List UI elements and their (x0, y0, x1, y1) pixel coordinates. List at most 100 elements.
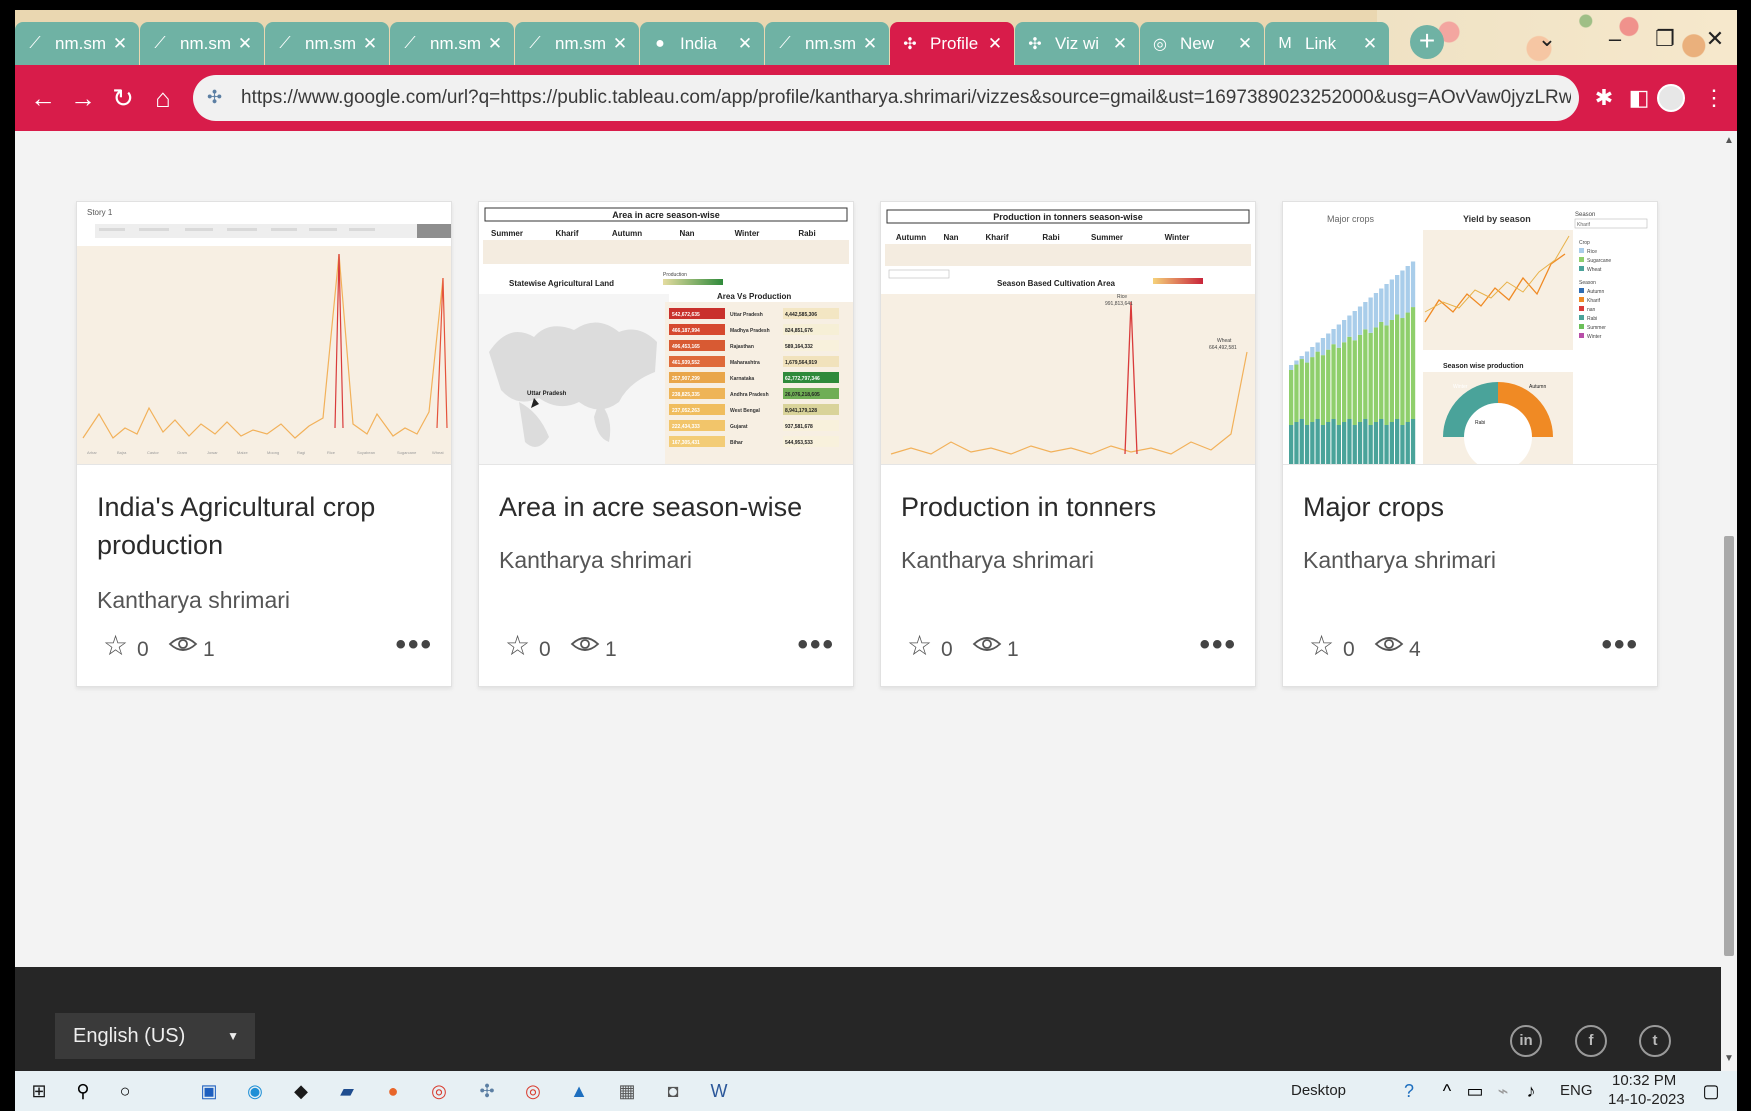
forward-icon[interactable]: → (65, 80, 101, 116)
chrome-icon[interactable]: ◎ (425, 1077, 453, 1105)
edge-icon[interactable]: ◉ (241, 1077, 269, 1105)
profile-avatar[interactable] (1657, 84, 1685, 112)
language-select[interactable]: English (US) ▼ (55, 1013, 255, 1059)
viz-thumbnail[interactable]: Production in tonners season-wise Autumn… (881, 202, 1255, 465)
bar-segment (1320, 425, 1326, 464)
windows-start-icon[interactable]: ⊞ (25, 1077, 53, 1105)
browser-tab[interactable]: ⟋ nm.sm ✕ (265, 22, 389, 65)
close-tab-icon[interactable]: ✕ (736, 34, 754, 54)
close-tab-icon[interactable]: ✕ (111, 34, 129, 54)
more-options-icon[interactable]: ••• (797, 628, 835, 662)
close-tab-icon[interactable]: ✕ (361, 34, 379, 54)
viz-title[interactable]: Area in acre season-wise (499, 488, 829, 526)
scroll-down-icon[interactable]: ▼ (1723, 1053, 1735, 1064)
more-options-icon[interactable]: ••• (1601, 628, 1639, 662)
legend-heading: Crop (1579, 240, 1590, 246)
store-icon[interactable]: ▣ (195, 1077, 223, 1105)
close-tab-icon[interactable]: ✕ (236, 34, 254, 54)
close-tab-icon[interactable]: ✕ (1361, 34, 1379, 54)
tab-search-icon[interactable]: ⌄ (1527, 24, 1567, 54)
bar-segment (1357, 306, 1363, 335)
viz-card[interactable]: Story 1 Arhar Bajra Castor Gram Jowar Maize … (76, 201, 452, 687)
author-name[interactable]: Kantharya shrimari (499, 547, 692, 574)
close-tab-icon[interactable]: ✕ (1111, 34, 1129, 54)
home-icon[interactable]: ⌂ (145, 80, 181, 116)
more-options-icon[interactable]: ••• (1199, 628, 1237, 662)
cortana-icon[interactable]: ○ (111, 1077, 139, 1105)
close-tab-icon[interactable]: ✕ (1236, 34, 1254, 54)
camera-icon[interactable]: ◘ (659, 1077, 687, 1105)
help-icon[interactable]: ? (1395, 1077, 1423, 1105)
reload-icon[interactable]: ↻ (105, 80, 141, 116)
bar-segment (1299, 359, 1304, 419)
viz-title[interactable]: India's Agricultural crop production (97, 488, 427, 564)
page-scrollbar[interactable]: ▲ ▼ (1721, 131, 1737, 1064)
viz-card[interactable]: Production in tonners season-wise Autumn… (880, 201, 1256, 687)
network-icon[interactable]: ⌁ (1489, 1077, 1517, 1105)
author-name[interactable]: Kantharya shrimari (97, 587, 290, 614)
app-icon[interactable]: ▰ (333, 1077, 361, 1105)
star-icon[interactable]: ☆ (1309, 632, 1334, 660)
legend-swatch (1579, 288, 1584, 293)
word-icon[interactable]: W (705, 1077, 733, 1105)
viz-thumbnail[interactable]: Story 1 Arhar Bajra Castor Gram Jowar Maize … (77, 202, 451, 465)
author-name[interactable]: Kantharya shrimari (901, 547, 1094, 574)
side-panel-icon[interactable]: ◧ (1624, 83, 1654, 113)
desktop-label[interactable]: Desktop (1291, 1082, 1346, 1099)
notifications-icon[interactable]: ▢ (1697, 1077, 1725, 1105)
browser-tab[interactable]: ⟋ nm.sm ✕ (515, 22, 639, 65)
browser-tab[interactable]: ⟋ nm.sm ✕ (15, 22, 139, 65)
calculator-icon[interactable]: ▦ (613, 1077, 641, 1105)
browser-tab[interactable]: ✣ Profile ✕ (890, 22, 1014, 65)
peak-value: 991,813,641 (1105, 301, 1133, 307)
author-name[interactable]: Kantharya shrimari (1303, 547, 1496, 574)
browser-tab[interactable]: ● India ✕ (640, 22, 764, 65)
star-icon[interactable]: ☆ (103, 632, 128, 660)
close-window-icon[interactable]: ✕ (1695, 24, 1735, 54)
search-icon[interactable]: ⚲ (69, 1077, 97, 1105)
new-tab-button[interactable]: + (1410, 25, 1444, 59)
browser-tab[interactable]: ⟋ nm.sm ✕ (765, 22, 889, 65)
close-tab-icon[interactable]: ✕ (611, 34, 629, 54)
viz-thumbnail[interactable]: Area in acre season-wise Summer Kharif Aut… (479, 202, 853, 465)
language-indicator[interactable]: ENG (1560, 1082, 1593, 1099)
viz-title[interactable]: Production in tonners (901, 488, 1231, 526)
viz-title[interactable]: Major crops (1303, 488, 1633, 526)
minimize-icon[interactable]: – (1595, 24, 1635, 54)
viz-card[interactable]: Area in acre season-wise Summer Kharif Aut… (478, 201, 854, 687)
restore-icon[interactable]: ❐ (1645, 24, 1685, 54)
clock-date[interactable]: 14-10-2023 (1608, 1091, 1685, 1108)
back-icon[interactable]: ← (25, 80, 61, 116)
address-bar[interactable]: ✣ https://www.google.com/url?q=https://p… (193, 75, 1579, 121)
browser-tab[interactable]: ◎ New ✕ (1140, 22, 1264, 65)
scroll-up-icon[interactable]: ▲ (1723, 135, 1735, 146)
dropbox-icon[interactable]: ◆ (287, 1077, 315, 1105)
browser-tab[interactable]: ✣ Viz wi ✕ (1015, 22, 1139, 65)
close-tab-icon[interactable]: ✕ (486, 34, 504, 54)
menu-icon[interactable]: ⋮ (1699, 83, 1729, 113)
chevron-up-icon[interactable]: ^ (1433, 1077, 1461, 1105)
viz-card[interactable]: Major crops Yield by season Season Khari… (1282, 201, 1658, 687)
twitter-icon[interactable]: t (1639, 1025, 1671, 1057)
scroll-thumb[interactable] (1724, 536, 1734, 956)
firefox-icon[interactable]: ● (379, 1077, 407, 1105)
browser-tab[interactable]: M Link ✕ (1265, 22, 1389, 65)
clock-time[interactable]: 10:32 PM (1612, 1072, 1676, 1089)
linkedin-icon[interactable]: in (1510, 1025, 1542, 1057)
browser-tab[interactable]: ⟋ nm.sm ✕ (390, 22, 514, 65)
battery-icon[interactable]: ▭ (1461, 1077, 1489, 1105)
close-tab-icon[interactable]: ✕ (986, 34, 1004, 54)
extensions-icon[interactable]: ✱ (1589, 83, 1619, 113)
close-tab-icon[interactable]: ✕ (861, 34, 879, 54)
star-icon[interactable]: ☆ (505, 632, 530, 660)
star-icon[interactable]: ☆ (907, 632, 932, 660)
browser-tab[interactable]: ⟋ nm.sm ✕ (140, 22, 264, 65)
volume-icon[interactable]: ♪ (1517, 1077, 1545, 1105)
viz-thumbnail[interactable]: Major crops Yield by season Season Khari… (1283, 202, 1657, 465)
tableau-icon[interactable]: ✣ (473, 1077, 501, 1105)
more-options-icon[interactable]: ••• (395, 628, 433, 662)
url-text[interactable]: https://www.google.com/url?q=https://pub… (241, 87, 1571, 109)
facebook-icon[interactable]: f (1575, 1025, 1607, 1057)
photos-icon[interactable]: ▲ (565, 1077, 593, 1105)
chrome-profile-icon[interactable]: ◎ (519, 1077, 547, 1105)
